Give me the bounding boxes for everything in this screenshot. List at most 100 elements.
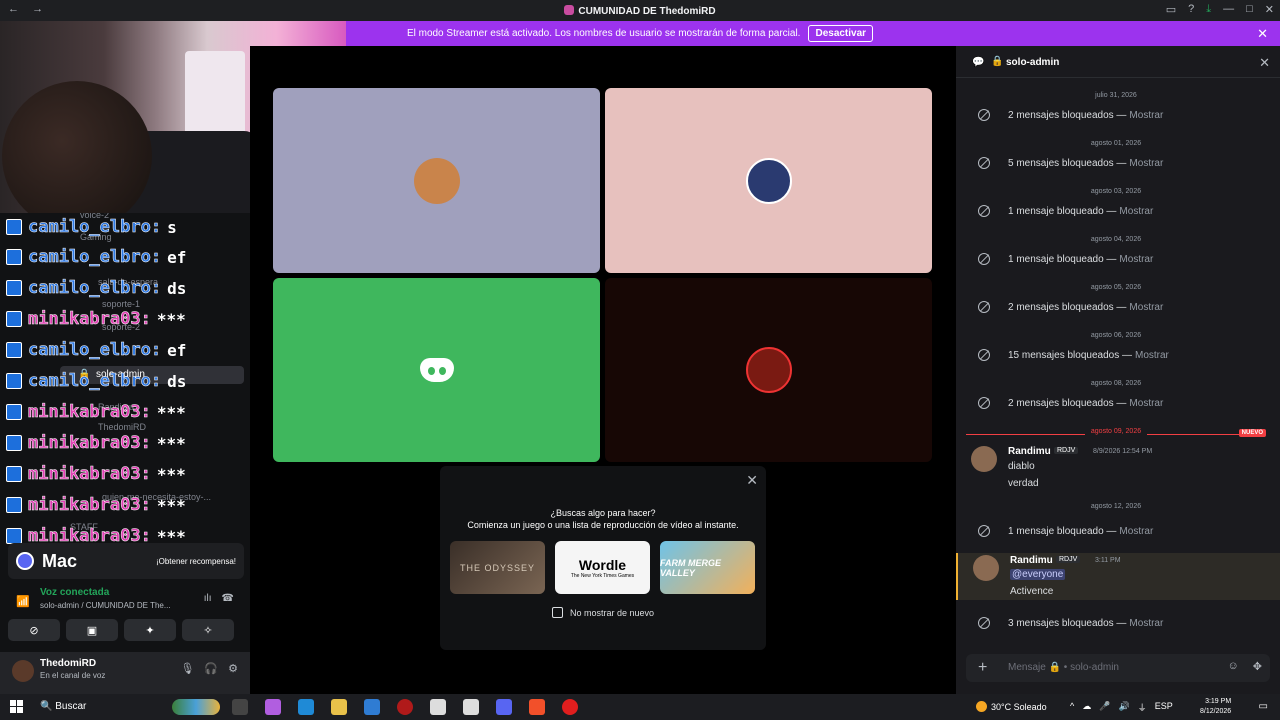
- participant-tile[interactable]: [273, 278, 600, 462]
- gear-icon[interactable]: ⚙: [228, 662, 238, 675]
- activity-card-farm-merge[interactable]: FARM MERGE VALLEY: [660, 541, 755, 594]
- file-icon[interactable]: [463, 699, 479, 715]
- activities-button[interactable]: ✦: [124, 619, 176, 641]
- message-author[interactable]: Randimu: [1008, 446, 1051, 457]
- participant-tile[interactable]: [273, 88, 600, 273]
- chat-badge-icon: [6, 404, 22, 420]
- screen-share-button[interactable]: ▣: [66, 619, 118, 641]
- participant-tile[interactable]: [605, 278, 932, 462]
- language-indicator[interactable]: ESP: [1155, 701, 1173, 714]
- download-icon[interactable]: ⤓: [1206, 3, 1211, 16]
- cloud-icon[interactable]: ☁: [1082, 701, 1091, 714]
- blocked-icon: [978, 349, 990, 361]
- composer-placeholder[interactable]: Mensaje 🔒 • solo-admin: [1008, 662, 1119, 673]
- activity-card-wordle[interactable]: Wordle The New York Times Games: [555, 541, 650, 594]
- chat-line: minikabra03: ***: [6, 462, 186, 486]
- blocked-messages: 1 mensaje bloqueado — Mostrar: [978, 251, 1268, 267]
- brave-icon[interactable]: [529, 699, 545, 715]
- maximize-button[interactable]: □: [1246, 3, 1253, 16]
- avatar[interactable]: [12, 660, 34, 682]
- noise-suppression-icon[interactable]: ılı: [204, 593, 212, 604]
- emoji-icon[interactable]: ☺: [1228, 660, 1239, 673]
- file-icon[interactable]: [430, 699, 446, 715]
- plus-icon[interactable]: +: [978, 659, 987, 677]
- author-tag: RDJV: [1056, 556, 1081, 563]
- message[interactable]: Randimu RDJV 8/9/2026 12:54 PM diablo ve…: [956, 444, 1280, 499]
- close-window-button[interactable]: ✕: [1265, 3, 1274, 16]
- discord-icon[interactable]: [496, 699, 512, 715]
- blocked-icon: [978, 109, 990, 121]
- notification-icon[interactable]: ▭: [1259, 701, 1268, 712]
- show-link[interactable]: Mostrar: [1119, 206, 1153, 217]
- show-link[interactable]: Mostrar: [1129, 398, 1163, 409]
- edge-icon[interactable]: [298, 699, 314, 715]
- close-chat-icon[interactable]: ✕: [1259, 55, 1270, 71]
- show-link[interactable]: Mostrar: [1135, 350, 1169, 361]
- show-link[interactable]: Mostrar: [1129, 110, 1163, 121]
- checkbox-icon[interactable]: [552, 607, 563, 618]
- message-highlighted[interactable]: Randimu RDJV 3:11 PM @everyone Activence: [956, 553, 1280, 600]
- message-composer[interactable]: + Mensaje 🔒 • solo-admin ☺ ✥: [966, 654, 1270, 682]
- blocked-messages: 1 mensaje bloqueado — Mostrar: [978, 203, 1268, 219]
- show-link[interactable]: Mostrar: [1129, 618, 1163, 629]
- activity-card-odyssey[interactable]: THE ODYSSEY: [450, 541, 545, 594]
- server-icon: [564, 5, 575, 15]
- blocked-text: 3 mensajes bloqueados —: [1008, 617, 1127, 629]
- capcut-icon[interactable]: [562, 699, 578, 715]
- signal-icon[interactable]: 📶: [16, 595, 30, 608]
- store-icon[interactable]: [364, 699, 380, 715]
- volume-icon[interactable]: 🔊: [1118, 701, 1129, 714]
- avatar[interactable]: [973, 555, 999, 581]
- wordle-subtitle: The New York Times Games: [570, 572, 635, 579]
- everyone-mention[interactable]: @everyone: [1010, 569, 1066, 580]
- promo-cta[interactable]: ¡Obtener recompensa!: [156, 557, 236, 566]
- date-separator: agosto 05, 2026: [966, 284, 1266, 296]
- headphones-icon[interactable]: 🎧: [204, 662, 218, 675]
- windows-start-icon[interactable]: [10, 700, 23, 713]
- taskbar-clock[interactable]: 3:19 PM 8/12/2026: [1200, 697, 1231, 717]
- activity-launcher-popup: ✕ ¿Buscas algo para hacer? Comienza un j…: [440, 466, 766, 650]
- disconnect-icon[interactable]: ☎: [222, 593, 234, 604]
- copilot-icon[interactable]: [265, 699, 281, 715]
- task-view-icon[interactable]: [232, 699, 248, 715]
- dont-show-checkbox[interactable]: No mostrar de nuevo: [552, 607, 654, 618]
- chat-msg: ***: [156, 495, 186, 515]
- show-link[interactable]: Mostrar: [1119, 254, 1153, 265]
- blocked-icon: [978, 253, 990, 265]
- soundboard-button[interactable]: ✧: [182, 619, 234, 641]
- show-link[interactable]: Mostrar: [1129, 302, 1163, 313]
- show-link[interactable]: Mostrar: [1119, 526, 1153, 537]
- obs-icon[interactable]: [397, 699, 413, 715]
- banner-close-icon[interactable]: ✕: [1257, 26, 1268, 42]
- chat-user: minikabra03:: [28, 495, 151, 516]
- chevron-up-icon[interactable]: ^: [1070, 701, 1074, 714]
- apps-icon[interactable]: ✥: [1253, 660, 1262, 673]
- username[interactable]: ThedomiRD: [40, 658, 96, 669]
- close-icon[interactable]: ✕: [746, 472, 758, 489]
- message-author[interactable]: Randimu: [1010, 555, 1053, 566]
- webcam-person: [2, 81, 152, 213]
- mic-tray-icon[interactable]: 🎤: [1099, 701, 1110, 714]
- file-explorer-icon[interactable]: [331, 699, 347, 715]
- taskbar-search[interactable]: 🔍 Buscar: [40, 701, 86, 712]
- promo-banner[interactable]: Mac ¡Obtener recompensa!: [8, 543, 244, 579]
- weather-widget[interactable]: 30°C Soleado: [976, 701, 1047, 712]
- avatar[interactable]: [971, 446, 997, 472]
- deactivate-button[interactable]: Desactivar: [808, 25, 874, 42]
- chat-msg: ds: [167, 371, 187, 391]
- participant-tile[interactable]: [605, 88, 932, 273]
- chat-line: minikabra03: ***: [6, 493, 186, 517]
- show-link[interactable]: Mostrar: [1129, 158, 1163, 169]
- chat-badge-icon: [6, 373, 22, 389]
- inbox-icon[interactable]: ▭: [1166, 3, 1176, 16]
- date-separator: agosto 09, 2026 NUEVO: [966, 428, 1266, 440]
- search-highlight-icon[interactable]: [172, 699, 220, 715]
- chat-line: minikabra03: ***: [6, 400, 186, 424]
- minimize-button[interactable]: —: [1223, 3, 1234, 16]
- camera-off-button[interactable]: ⊘: [8, 619, 60, 641]
- chat-badge-icon: [6, 466, 22, 482]
- microphone-icon[interactable]: 🎙: [180, 662, 194, 675]
- help-icon[interactable]: ?: [1188, 3, 1194, 16]
- usb-icon[interactable]: ⏚: [1138, 701, 1147, 714]
- chat-msg: ***: [156, 402, 186, 422]
